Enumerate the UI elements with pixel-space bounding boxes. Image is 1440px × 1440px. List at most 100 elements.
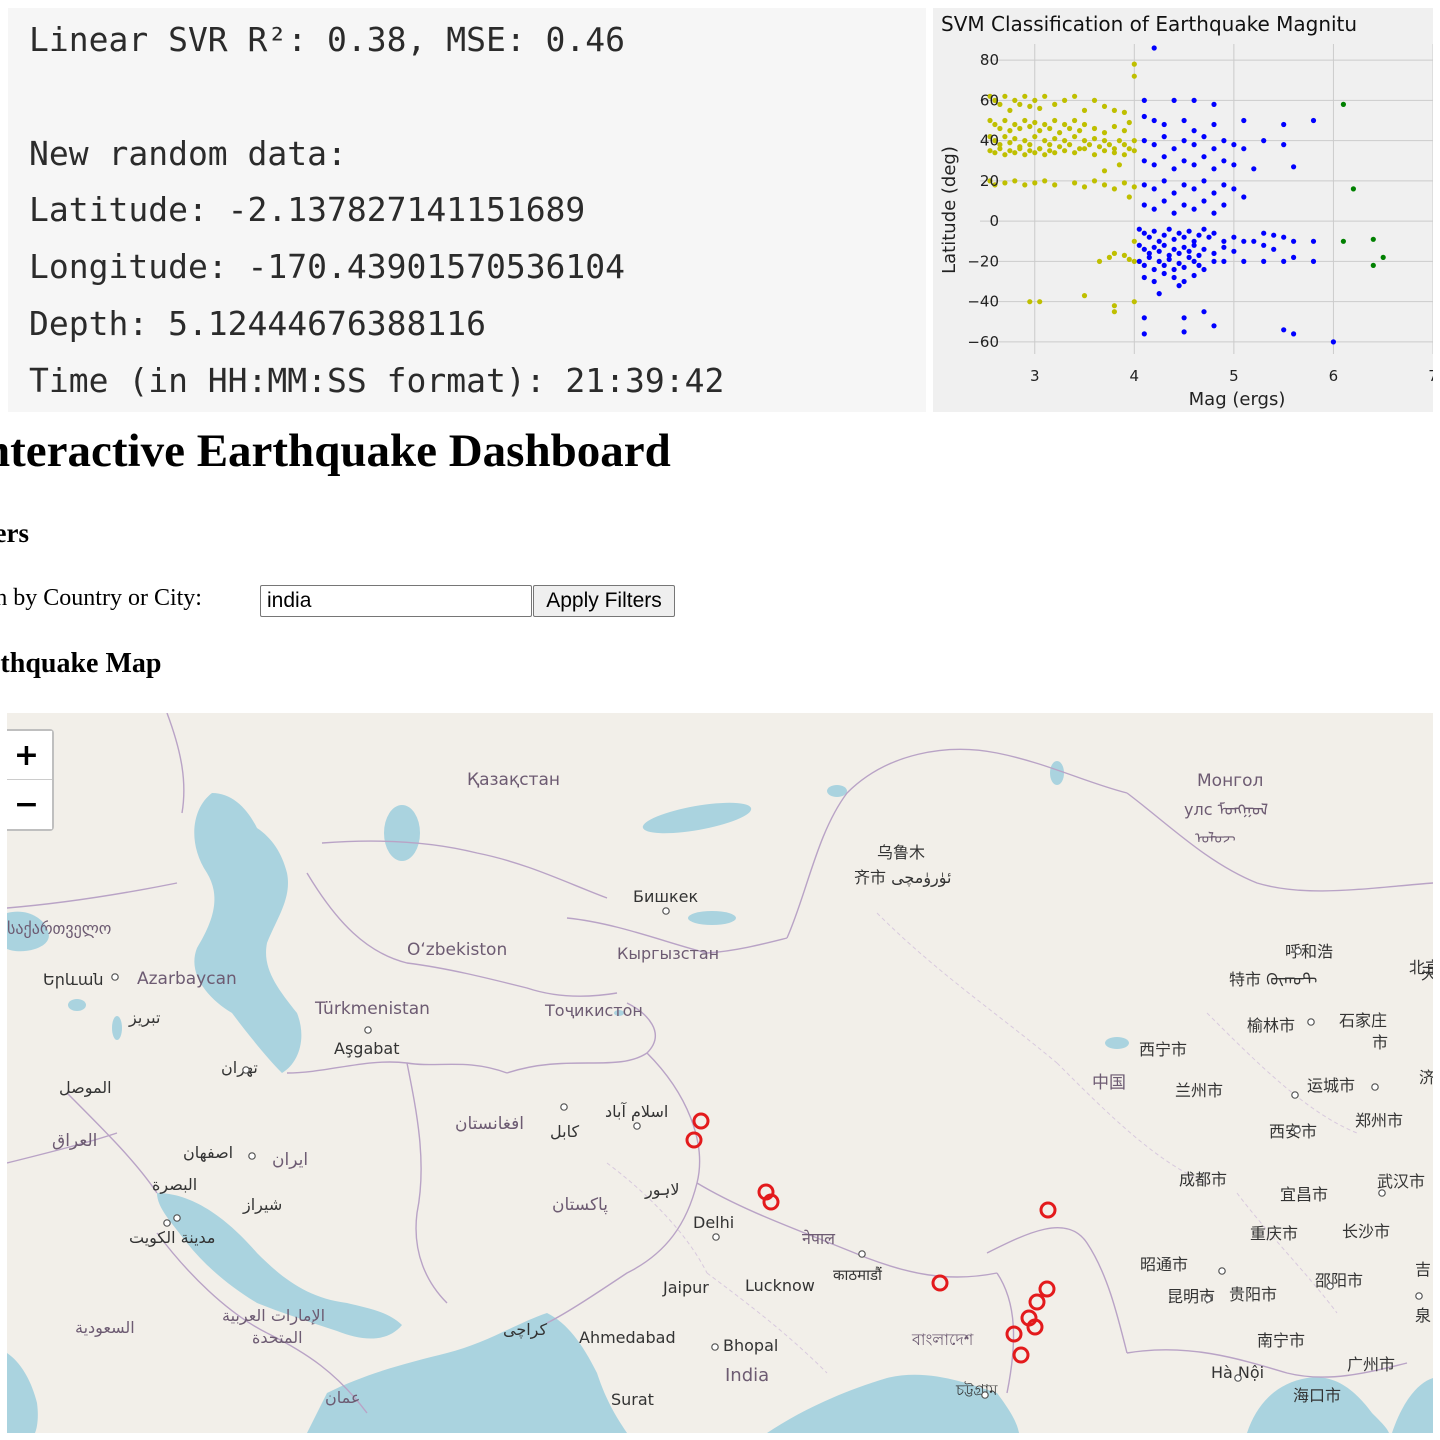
search-input[interactable] <box>260 585 532 617</box>
y-tick-label: 80 <box>980 51 999 69</box>
data-point <box>1106 142 1112 148</box>
console-line-depth: Depth: 5.12444676388116 <box>29 304 486 343</box>
earthquake-map[interactable]: Қазақстан Монгол улс ᠮᠣᠩᠭᠣᠯ ᠤᠯᠤᠵ საქართველო A… <box>7 713 1433 1433</box>
data-point <box>1181 329 1187 335</box>
data-point <box>1221 202 1227 208</box>
city-label: 石家庄 <box>1339 1011 1387 1030</box>
data-point <box>1007 140 1013 146</box>
country-label: улс ᠮᠣᠩᠭᠣᠯ <box>1184 800 1268 819</box>
earthquake-marker[interactable] <box>931 1274 949 1292</box>
data-point <box>1032 97 1038 103</box>
border-line <box>7 882 178 909</box>
earthquake-marker-layer[interactable] <box>685 1112 1057 1364</box>
zoom-in-button[interactable]: + <box>7 731 52 780</box>
earthquake-marker[interactable] <box>1028 1293 1046 1311</box>
city-dot <box>858 1250 866 1258</box>
data-point <box>1052 101 1058 107</box>
data-point <box>1191 272 1197 279</box>
search-label: arch by Country or City: <box>0 585 202 611</box>
city-label: Bhopal <box>723 1336 778 1355</box>
country-label: საქართველო <box>7 919 111 938</box>
city-label: 吉 <box>1415 1260 1431 1279</box>
data-point <box>1161 262 1167 268</box>
data-point <box>1231 142 1237 148</box>
filters-heading: lters <box>0 518 29 548</box>
map-tiles[interactable]: Қазақстан Монгол улс ᠮᠣᠩᠭᠣᠯ ᠤᠯᠤᠵ საქართველო A… <box>7 713 1433 1433</box>
data-point <box>1221 244 1227 250</box>
data-point <box>1191 206 1197 212</box>
country-label: عمان <box>325 1388 360 1407</box>
data-point <box>1012 150 1018 156</box>
city-label: 重庆市 <box>1250 1224 1298 1243</box>
country-label: افغانستان <box>455 1114 524 1134</box>
city-label: Surat <box>611 1390 654 1409</box>
data-point <box>1350 186 1356 192</box>
country-label: नेपाल <box>802 1229 836 1248</box>
lake-urmia <box>112 1016 122 1040</box>
data-point <box>1251 238 1257 244</box>
data-point <box>1081 121 1088 128</box>
apply-filters-button[interactable]: Apply Filters <box>533 585 675 617</box>
data-point <box>1101 130 1108 136</box>
data-point <box>1037 105 1043 111</box>
city-dot <box>364 1026 372 1034</box>
data-point <box>1211 121 1217 128</box>
chart-title: SVM Classification of Earthquake Magnitu <box>941 12 1357 36</box>
data-point <box>1012 97 1018 103</box>
data-point <box>1156 238 1162 244</box>
y-axis-label: Latitude (deg) <box>939 146 960 274</box>
city-label: চট্টগ্রাম <box>955 1381 998 1399</box>
zoom-out-button[interactable]: − <box>7 780 52 829</box>
console-output-panel: Linear SVR R²: 0.38, MSE: 0.46 New rando… <box>8 8 926 412</box>
y-tick-label: 20 <box>980 172 999 190</box>
data-point <box>1022 93 1028 99</box>
data-point <box>1156 258 1162 264</box>
data-point <box>1201 226 1207 232</box>
data-point <box>1191 186 1197 192</box>
data-point <box>1151 186 1157 192</box>
data-point <box>1206 234 1212 240</box>
data-point <box>1171 190 1177 196</box>
data-point <box>1131 299 1137 305</box>
city-dot <box>1293 1126 1301 1134</box>
border-line <box>306 872 618 997</box>
data-point <box>1121 109 1127 115</box>
earthquake-marker[interactable] <box>692 1112 710 1130</box>
data-point <box>1151 206 1157 212</box>
data-point <box>1241 146 1247 152</box>
city-label: 海口市 <box>1293 1386 1341 1405</box>
data-point <box>1201 198 1207 204</box>
data-point <box>1096 144 1103 150</box>
data-point <box>1176 260 1182 266</box>
data-point <box>1052 117 1058 124</box>
console-line-longitude: Longitude: -170.43901570536104 <box>29 247 626 286</box>
data-point <box>1126 146 1132 152</box>
data-point <box>1077 128 1083 134</box>
data-point <box>1052 136 1058 142</box>
data-point <box>1086 142 1093 148</box>
city-dot <box>248 1152 256 1160</box>
earthquake-marker[interactable] <box>1012 1346 1030 1364</box>
city-label: Lucknow <box>745 1276 815 1295</box>
data-point <box>1131 148 1137 154</box>
data-point <box>1111 150 1117 156</box>
earthquake-marker[interactable] <box>1039 1201 1057 1219</box>
data-point <box>1007 128 1013 134</box>
earthquake-marker[interactable] <box>1038 1280 1056 1298</box>
city-dot <box>1204 1295 1212 1303</box>
data-point <box>1042 93 1048 99</box>
city-label: Aşgabat <box>334 1039 399 1058</box>
data-point <box>1101 138 1108 144</box>
city-label: كراچی <box>503 1320 548 1340</box>
data-point <box>1091 178 1098 184</box>
data-point <box>992 121 998 128</box>
city-label: Бишкек <box>633 887 699 906</box>
data-point <box>1181 182 1187 188</box>
data-point <box>1161 270 1167 277</box>
country-label: Azarbaycan <box>137 969 237 989</box>
earthquake-marker[interactable] <box>685 1131 703 1149</box>
data-point <box>1141 315 1147 321</box>
data-point <box>1281 142 1287 148</box>
data-point <box>1012 121 1018 128</box>
data-point <box>1166 256 1172 262</box>
